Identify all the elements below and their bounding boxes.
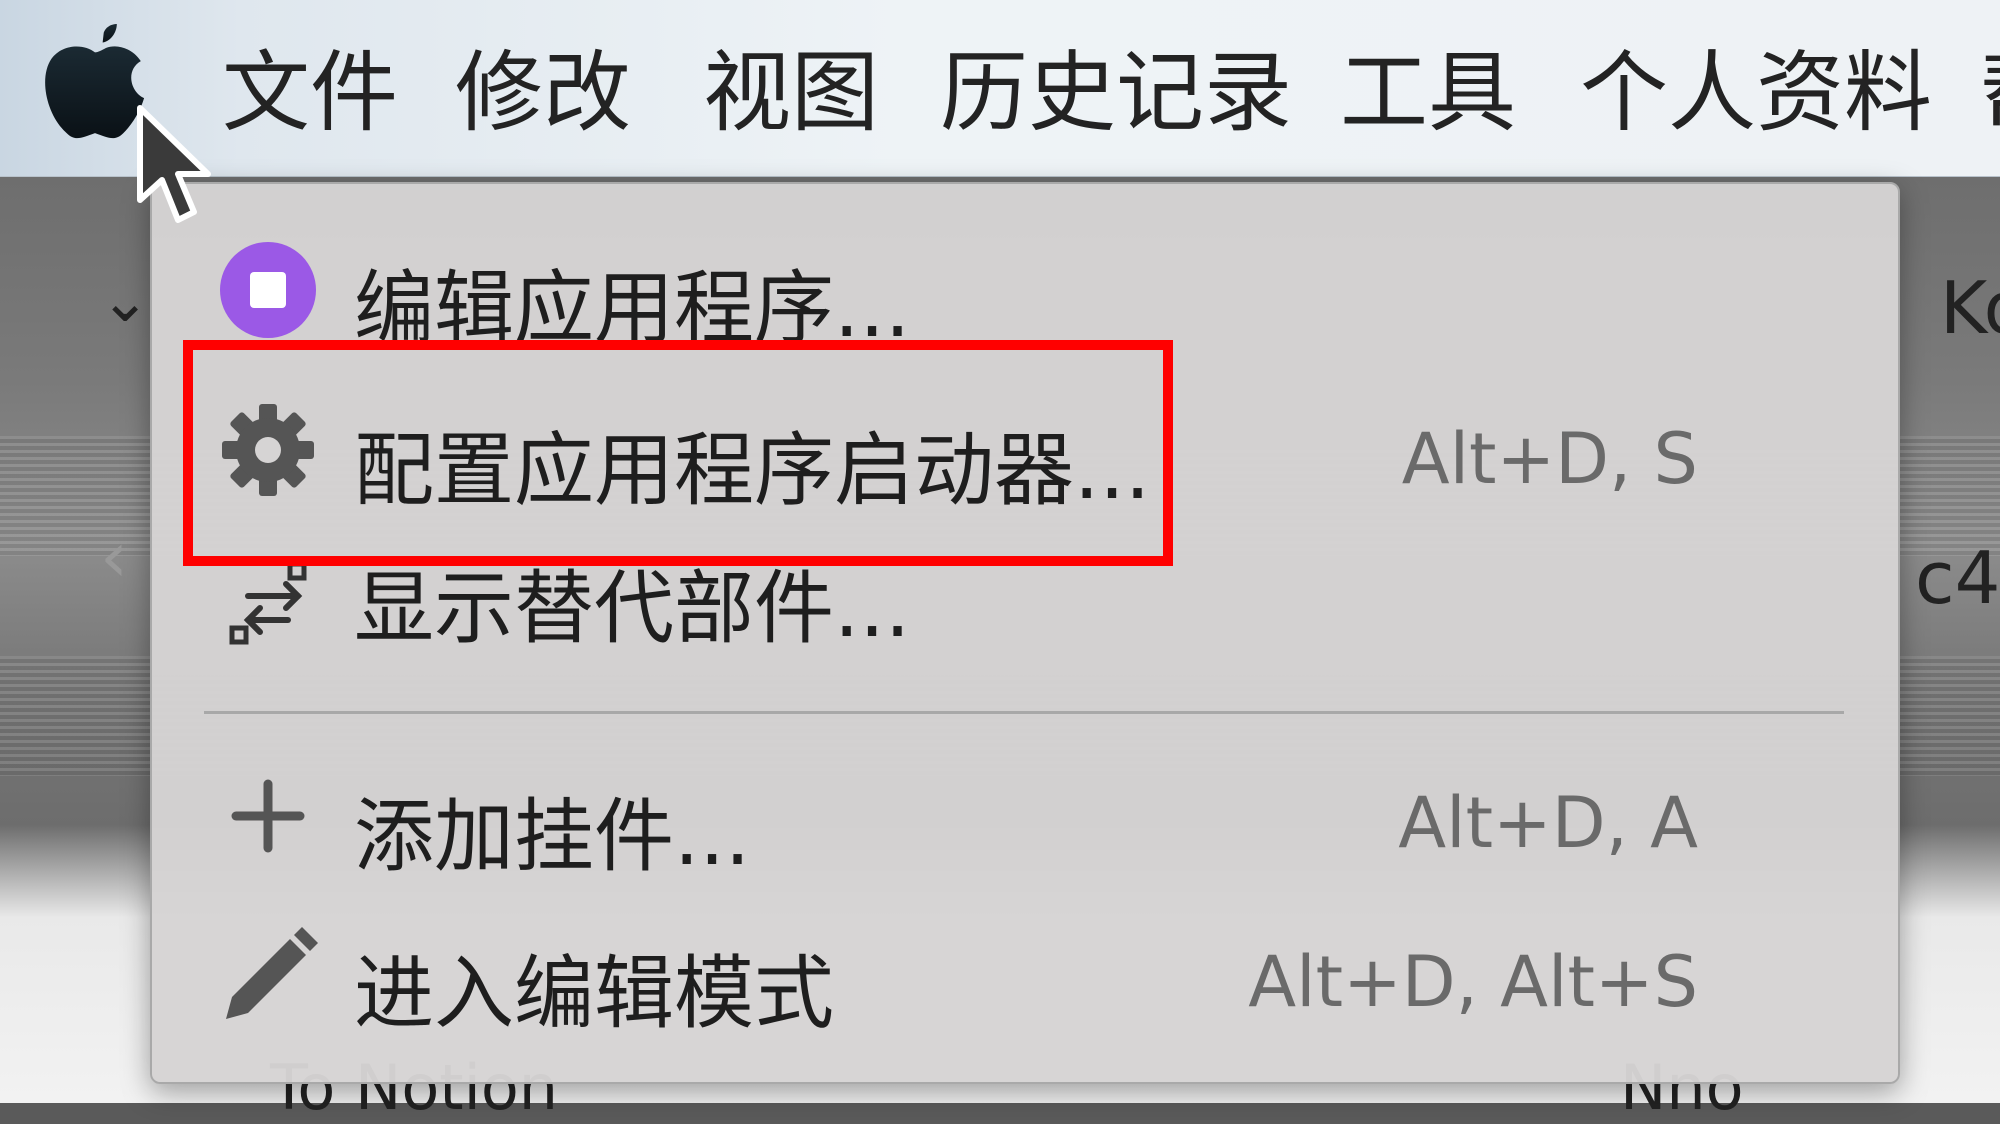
- menu-item-label: 进入编辑模式: [354, 947, 834, 1040]
- menu-separator: [204, 711, 1844, 714]
- menu-file[interactable]: 文件: [222, 38, 398, 148]
- menu-item-shortcut: Alt+D, A: [1398, 782, 1698, 864]
- menu-history[interactable]: 历史记录: [940, 38, 1292, 148]
- app-circle-icon: [220, 242, 316, 338]
- menu-help[interactable]: 帮: [1980, 38, 2000, 148]
- highlight-box: [183, 340, 1173, 566]
- menu-item-shortcut: Alt+D, S: [1401, 418, 1698, 500]
- background-text: Ko: [1940, 266, 2000, 350]
- menu-item-shortcut: Alt+D, Alt+S: [1248, 941, 1698, 1023]
- menu-item-add-widgets[interactable]: 添加挂件... Alt+D, A: [152, 744, 1898, 894]
- menu-item-enter-edit-mode[interactable]: 进入编辑模式 Alt+D, Alt+S: [152, 909, 1898, 1059]
- pencil-icon: [226, 927, 318, 1019]
- swap-arrows-icon: [229, 561, 307, 645]
- chevron-down-icon: ⌄: [100, 266, 151, 336]
- menu-item-label: 添加挂件...: [354, 790, 751, 883]
- apple-icon[interactable]: [40, 24, 150, 144]
- back-arrow-icon: ‹: [100, 516, 128, 598]
- plus-icon: [231, 779, 305, 853]
- menu-view[interactable]: 视图: [703, 38, 879, 148]
- menu-edit[interactable]: 修改: [455, 38, 631, 148]
- menu-tools[interactable]: 工具: [1340, 38, 1516, 148]
- menu-profile[interactable]: 个人资料: [1580, 38, 1932, 148]
- background-text: c4: [1915, 536, 2000, 620]
- menu-bar: 文件 修改 视图 历史记录 工具 个人资料 帮: [0, 0, 2000, 177]
- dropdown-menu: 编辑应用程序... 配置应用程序启动器... Alt+D, S 显示替代部件..…: [150, 182, 1900, 1084]
- mouse-cursor-icon: [137, 105, 211, 223]
